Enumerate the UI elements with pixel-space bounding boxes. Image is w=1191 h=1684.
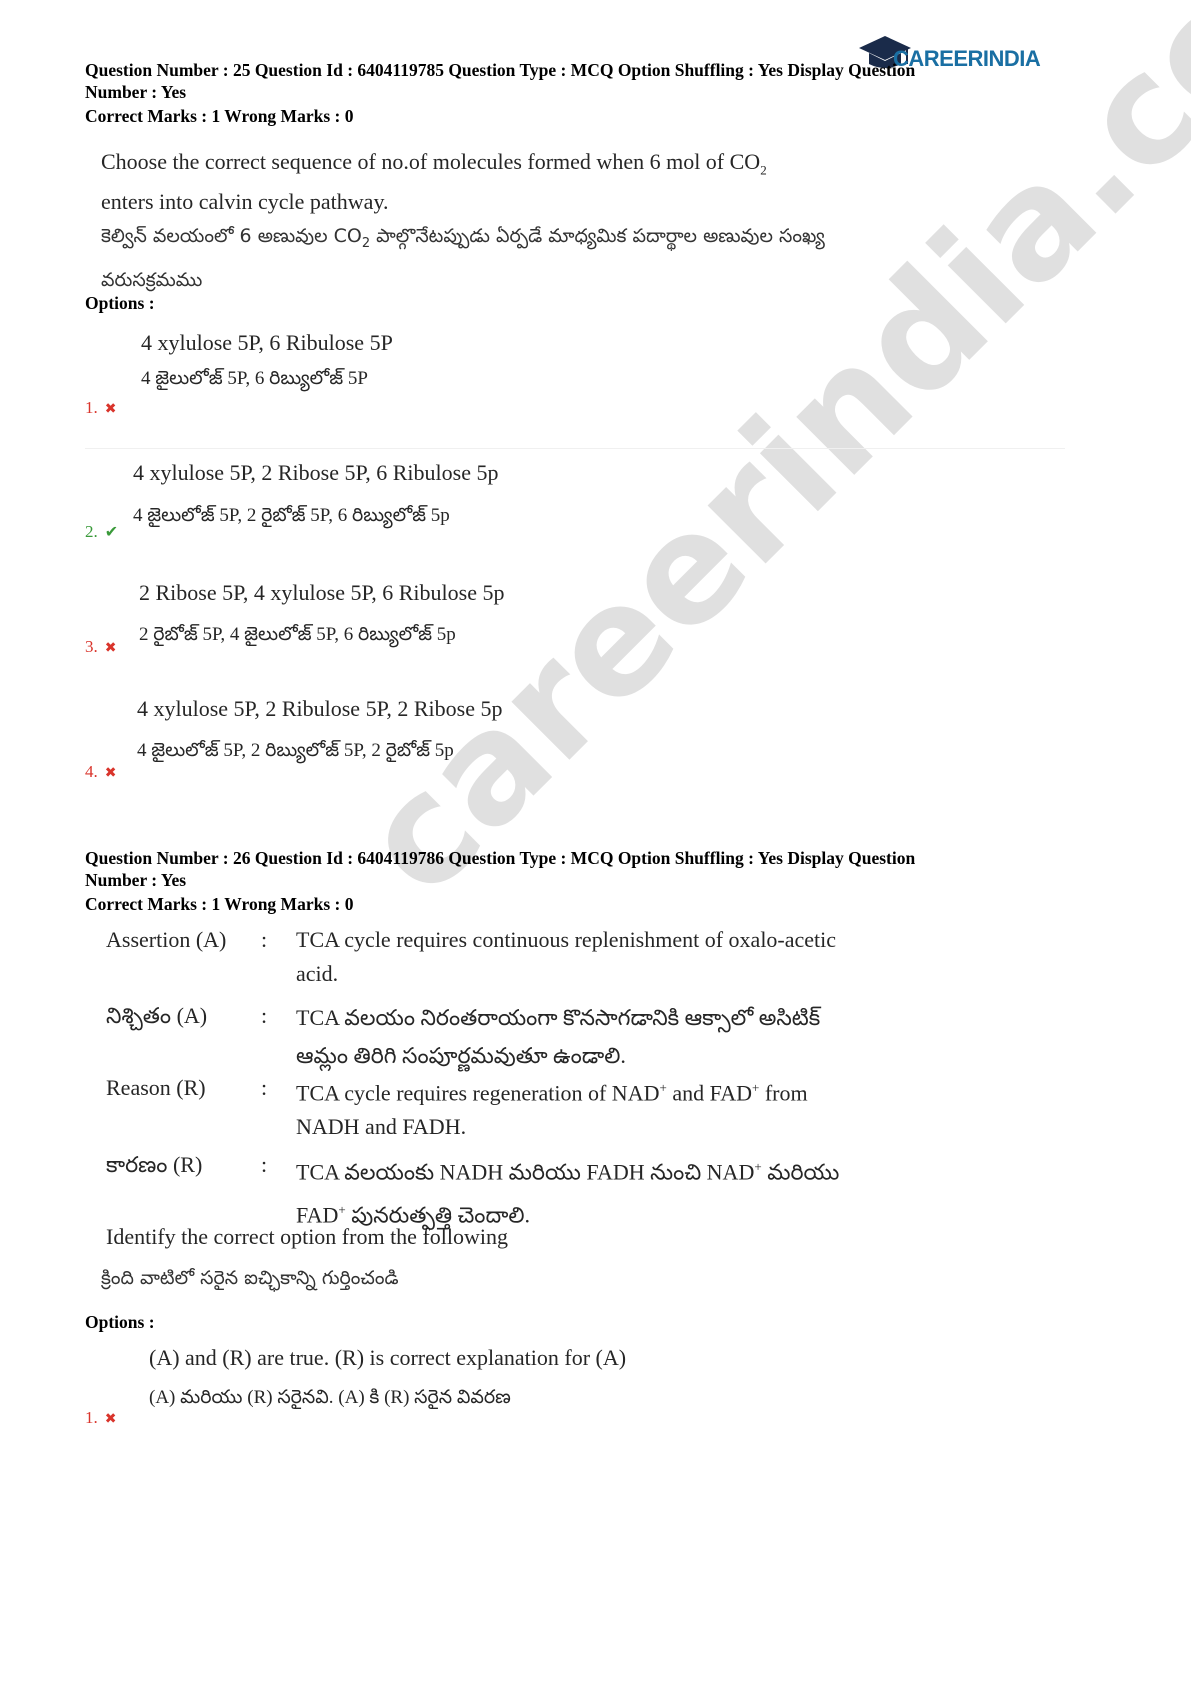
colon: : (261, 1075, 268, 1100)
q25-option4[interactable]: 4. ✖ (85, 762, 116, 782)
q25-question-te-a: కెల్విన్ వలయంలో 6 అణువుల CO (101, 225, 362, 247)
reason-text: TCA cycle requires regeneration of NAD+ … (296, 1071, 876, 1144)
reason-text-b: and FAD (666, 1080, 752, 1106)
wrong-icon: ✖ (104, 402, 117, 417)
q25-question-en-b: enters into calvin cycle pathway. (101, 189, 389, 215)
q25-option1-en: 4 xylulose 5P, 6 Ribulose 5P (141, 330, 393, 355)
wrong-icon: ✖ (104, 766, 117, 781)
q26-meta-line1: Question Number : 26 Question Id : 64041… (85, 848, 916, 868)
q25-option2-te: 4 జైలులోజ్ 5P, 2 రైబోజ్ 5P, 6 రిబ్యులోజ్… (133, 505, 450, 526)
reason-label: Reason (R) (106, 1075, 206, 1100)
wrong-icon: ✖ (104, 1412, 117, 1427)
reason-te-label: కారణం (R) (106, 1152, 203, 1177)
q25-question-en: Choose the correct sequence of no.of mol… (101, 146, 767, 218)
reason-sup1: + (659, 1080, 667, 1095)
assertion-te-label: నిశ్చితం (A) (106, 1003, 208, 1028)
q25-question-te-sub: 2 (361, 235, 371, 251)
q25-option3-number: 3. (85, 637, 98, 656)
q26-identify-te: క్రింది వాటిలో సరైన ఐచ్ఛికాన్ని గుర్తించ… (101, 1267, 399, 1289)
q25-question-en-a: Choose the correct sequence of no.of mol… (101, 149, 761, 174)
q25-option3-en: 2 Ribose 5P, 4 xylulose 5P, 6 Ribulose 5… (139, 580, 505, 605)
q26-option1-te: (A) మరియు (R) సరైనవి. (A) కి (R) సరైన వి… (149, 1387, 511, 1408)
q25-marks: Correct Marks : 1 Wrong Marks : 0 (85, 106, 354, 126)
q25-option4-te: 4 జైలులోజ్ 5P, 2 రిబ్యులోజ్ 5P, 2 రైబోజ్… (137, 740, 454, 761)
q25-question-te-b: పాల్గొనేటప్పుడు ఏర్పడే మాధ్యమిక పదార్థాల… (370, 225, 825, 247)
q25-option3[interactable]: 3. ✖ (85, 637, 116, 657)
q26-marks: Correct Marks : 1 Wrong Marks : 0 (85, 894, 354, 914)
divider (85, 448, 1065, 449)
reason-te-sup2: + (338, 1202, 346, 1218)
q26-option1-en: (A) and (R) are true. (R) is correct exp… (149, 1345, 627, 1370)
reason-te-sup1: + (754, 1159, 762, 1174)
q25-option4-en: 4 xylulose 5P, 2 Ribulose 5P, 2 Ribose 5… (137, 696, 503, 721)
q25-option1[interactable]: 1. ✖ (85, 398, 116, 418)
colon: : (261, 927, 268, 952)
q25-option1-number: 1. (85, 398, 98, 417)
assertion-text: TCA cycle requires continuous replenishm… (296, 927, 837, 986)
q25-meta-line2: Number : Yes (85, 82, 187, 102)
q25-option4-number: 4. (85, 762, 98, 781)
q25-option2-en: 4 xylulose 5P, 2 Ribose 5P, 6 Ribulose 5… (133, 460, 499, 485)
q26-identify-en: Identify the correct option from the fol… (106, 1224, 508, 1249)
colon: : (261, 1003, 268, 1028)
q26-meta-line2: Number : Yes (85, 870, 187, 890)
reason-te-a: TCA వలయంకు NADH మరియు FADH నుంచి NAD (296, 1159, 755, 1185)
q25-option2-number: 2. (85, 522, 98, 541)
q25-question-te: కెల్విన్ వలయంలో 6 అణువుల CO2 పాల్గొనేటప్… (101, 218, 825, 298)
q25-options-label: Options : (85, 293, 155, 313)
assertion-te-text: TCA వలయం నిరంతరాయంగా కొనసాగడానికి ఆక్సాల… (296, 1005, 821, 1068)
q25-meta-line1: Question Number : 25 Question Id : 64041… (85, 60, 916, 80)
q26-meta: Question Number : 26 Question Id : 64041… (85, 847, 1085, 915)
wrong-icon: ✖ (104, 641, 117, 656)
q25-option2[interactable]: 2. ✔ (85, 522, 118, 542)
q25-meta: Question Number : 25 Question Id : 64041… (85, 59, 1085, 127)
check-icon: ✔ (104, 524, 119, 541)
q25-option1-te: 4 జైలులోజ్ 5P, 6 రిబ్యులోజ్ 5P (141, 368, 368, 389)
q25-question-te-c: వరుసక్రమము (101, 268, 203, 291)
reason-text-a: TCA cycle requires regeneration of NAD (296, 1080, 660, 1106)
colon: : (261, 1152, 268, 1177)
q25-question-en-sub: 2 (760, 162, 767, 178)
assertion-label: Assertion (A) (106, 927, 227, 952)
q26-option1[interactable]: 1. ✖ (85, 1408, 116, 1428)
q26-options-label: Options : (85, 1312, 155, 1332)
q26-option1-number: 1. (85, 1408, 98, 1427)
q25-option3-te: 2 రైబోజ్ 5P, 4 జైలులోజ్ 5P, 6 రిబ్యులోజ్… (139, 624, 456, 645)
